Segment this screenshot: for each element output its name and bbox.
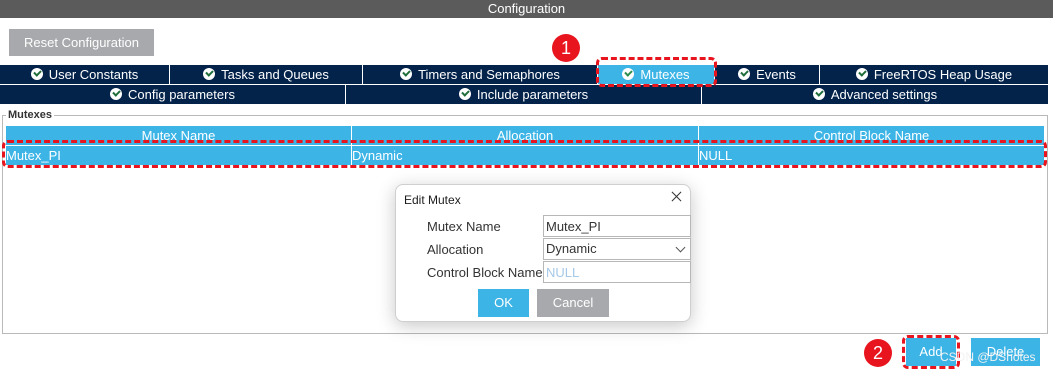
check-circle-icon <box>855 68 868 80</box>
edit-mutex-dialog: Edit Mutex Mutex Name Allocation Dynamic… <box>395 184 691 322</box>
close-icon[interactable] <box>668 188 686 206</box>
highlight-mutexes-tab <box>596 57 717 87</box>
allocation-select[interactable]: Dynamic <box>543 238 691 260</box>
cancel-button[interactable]: Cancel <box>537 289 609 317</box>
allocation-label: Allocation <box>427 242 484 257</box>
window-title: Configuration <box>0 0 1053 18</box>
highlight-mutex-row <box>2 140 1047 168</box>
tab-label: FreeRTOS Heap Usage <box>873 67 1013 82</box>
tab-label: Timers and Semaphores <box>418 67 560 82</box>
check-circle-icon <box>203 68 216 80</box>
check-circle-icon <box>110 88 123 100</box>
check-circle-icon <box>30 68 43 80</box>
dialog-title: Edit Mutex <box>404 193 461 207</box>
watermark-text: CSDN @DSnotes <box>940 350 1036 364</box>
tab-advanced-settings[interactable]: Advanced settings <box>702 85 1049 105</box>
step-marker-1: 1 <box>552 34 580 62</box>
chevron-down-icon <box>675 242 686 253</box>
mutex-name-input[interactable] <box>543 215 691 237</box>
check-circle-icon <box>400 68 413 80</box>
tab-bar-primary: User Constants Tasks and Queues Timers a… <box>0 65 1049 85</box>
allocation-selected-value: Dynamic <box>546 241 597 256</box>
tab-config-parameters[interactable]: Config parameters <box>0 85 346 105</box>
tab-user-constants[interactable]: User Constants <box>0 65 170 85</box>
check-circle-icon <box>458 88 471 100</box>
tab-bar-secondary: Config parameters Include parameters Adv… <box>0 85 1049 105</box>
mutex-name-label: Mutex Name <box>427 219 501 234</box>
tab-timers-and-semaphores[interactable]: Timers and Semaphores <box>363 65 598 85</box>
tab-label: Include parameters <box>476 87 589 102</box>
tab-label: Advanced settings <box>830 87 938 102</box>
tab-include-parameters[interactable]: Include parameters <box>346 85 702 105</box>
ok-button[interactable]: OK <box>478 289 529 317</box>
tab-freertos-heap-usage[interactable]: FreeRTOS Heap Usage <box>820 65 1049 85</box>
control-block-name-input[interactable] <box>543 261 691 283</box>
reset-configuration-button[interactable]: Reset Configuration <box>9 29 154 56</box>
step-marker-2: 2 <box>864 339 892 367</box>
mutexes-group-legend: Mutexes <box>6 108 55 122</box>
tab-tasks-and-queues[interactable]: Tasks and Queues <box>170 65 363 85</box>
tab-label: Tasks and Queues <box>221 67 329 82</box>
tab-label: User Constants <box>48 67 139 82</box>
tab-label: Events <box>756 67 796 82</box>
check-circle-icon <box>738 68 751 80</box>
tab-label: Config parameters <box>128 87 235 102</box>
tab-events[interactable]: Events <box>715 65 820 85</box>
check-circle-icon <box>812 88 825 100</box>
control-block-name-label: Control Block Name <box>427 265 543 280</box>
